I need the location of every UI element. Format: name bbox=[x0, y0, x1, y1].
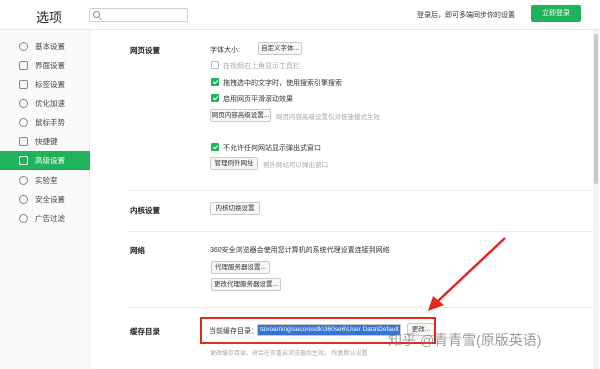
annotation-arrow-icon bbox=[428, 237, 506, 311]
watermark: 知乎 @青青雪(原版英语) bbox=[388, 332, 542, 348]
